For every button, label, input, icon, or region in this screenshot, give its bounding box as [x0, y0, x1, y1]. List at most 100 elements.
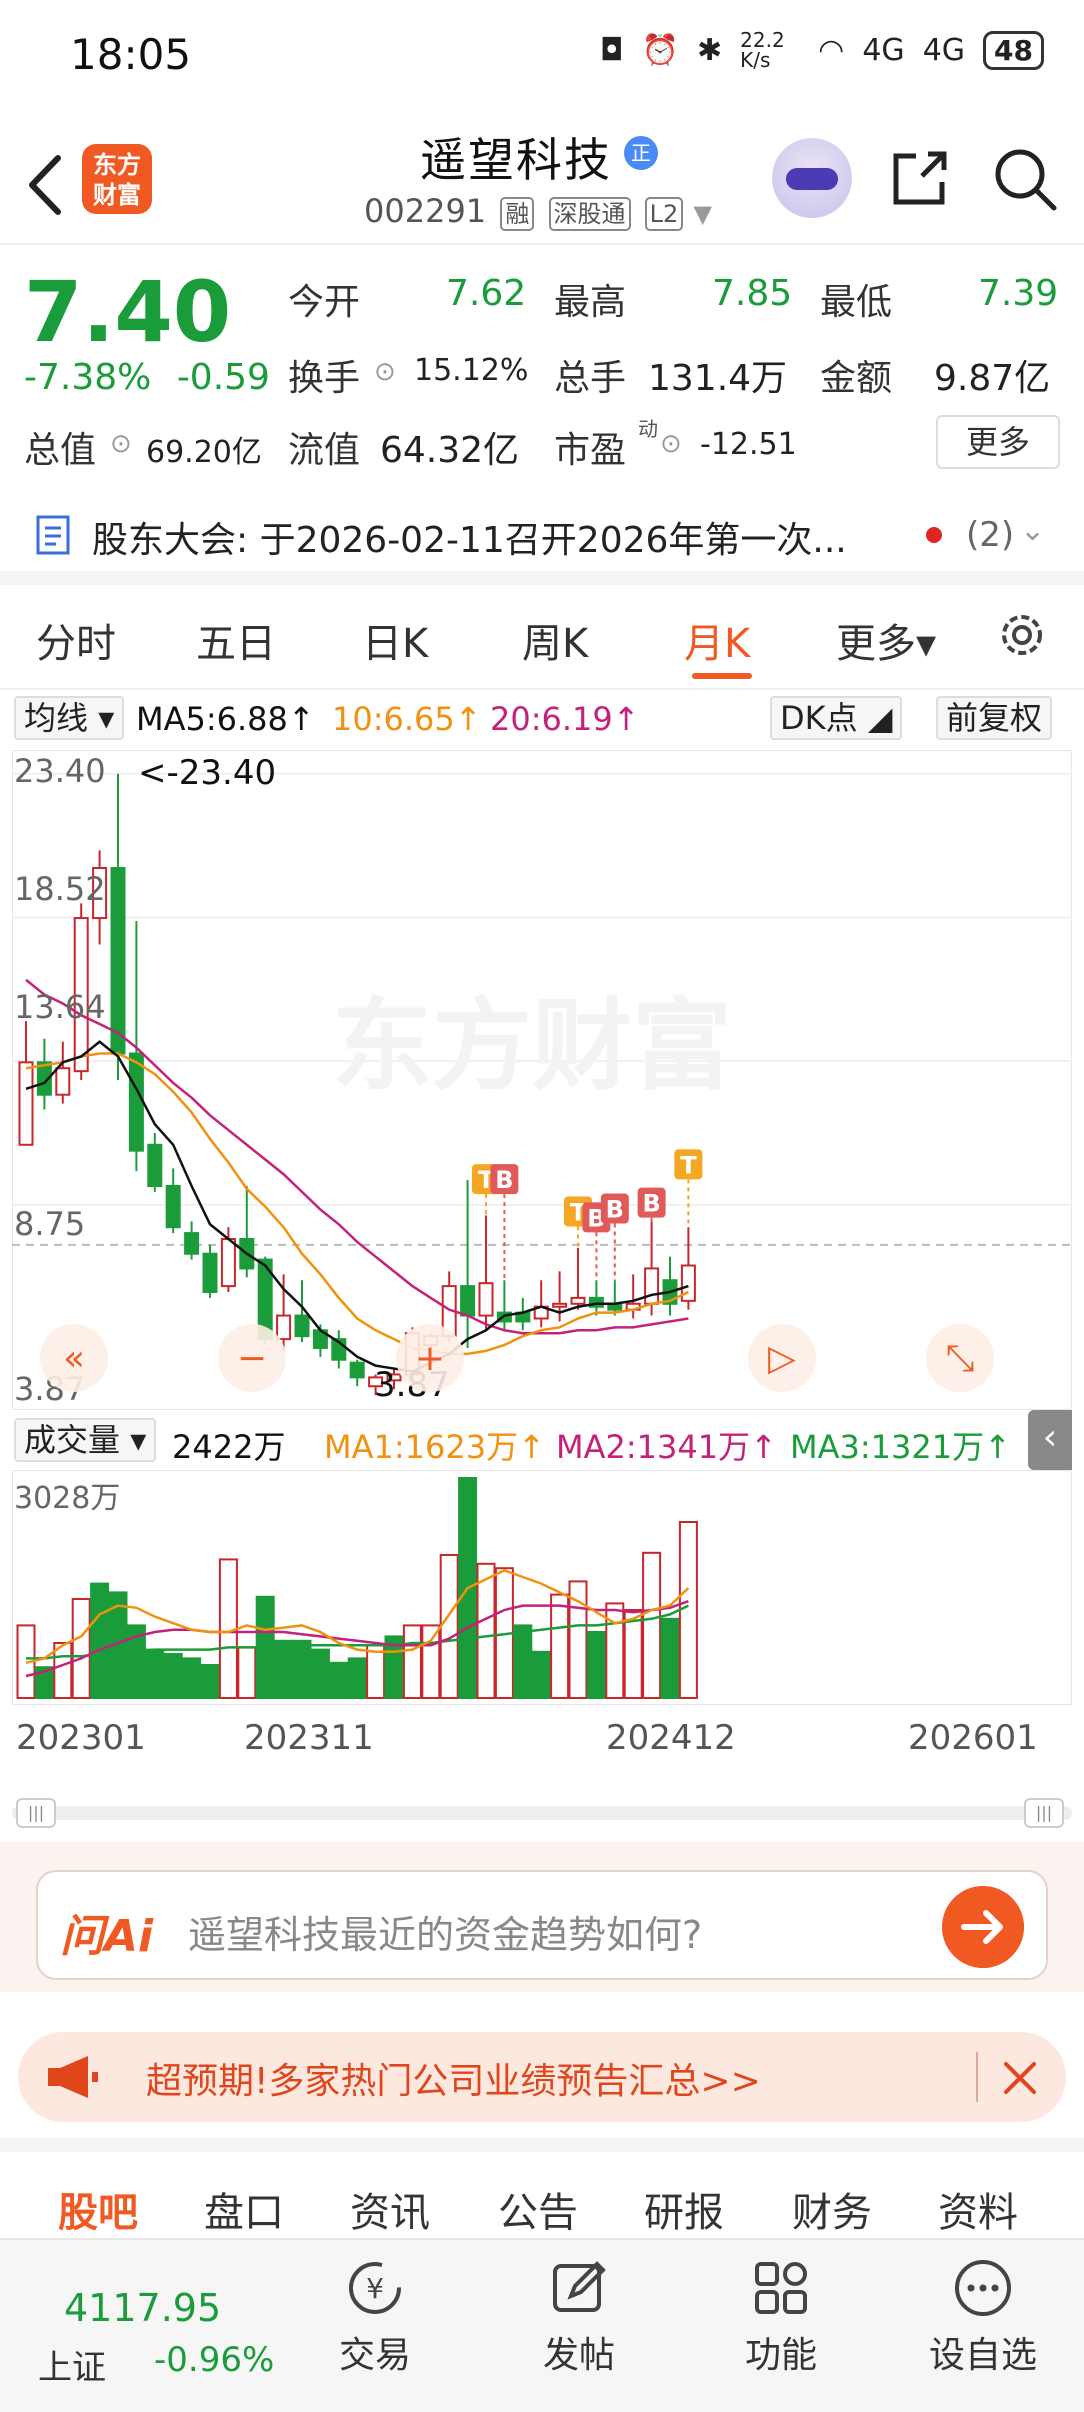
stock-code-row: 002291 融 深股通 L2 ▼ — [364, 192, 712, 231]
play-icon[interactable]: ▷ — [748, 1324, 816, 1392]
expand-icon[interactable]: ⤡ — [926, 1324, 994, 1392]
tab-research[interactable]: 研报 — [644, 2180, 724, 2238]
volume-chart[interactable]: 3028万 — [12, 1470, 1072, 1705]
notice-row[interactable]: 股东大会: 于2026-02-11召开2026年第一次... (2) ⌄ — [30, 507, 1070, 567]
amount-label: 金额 — [820, 358, 893, 399]
tab-news[interactable]: 资讯 — [350, 2180, 430, 2238]
candle-body — [55, 1067, 71, 1096]
index-ticker[interactable]: 4117.95 上证 -0.96% — [30, 2254, 290, 2404]
tab-monthly-k[interactable]: 月K — [684, 611, 750, 669]
tab-daily-k[interactable]: 日K — [362, 611, 428, 669]
rewind-icon[interactable]: « — [40, 1324, 108, 1392]
collapse-panel-button[interactable]: ‹ — [1028, 1410, 1072, 1470]
mcap-label: 总值 — [24, 430, 97, 471]
tab-profile[interactable]: 资料 — [938, 2180, 1018, 2238]
nav-trade[interactable]: ¥ 交易 — [300, 2258, 450, 2378]
candle-body — [276, 1314, 292, 1341]
adjust-button[interactable]: 前复权 — [936, 696, 1053, 740]
svg-text:¥: ¥ — [366, 2272, 384, 2305]
yen-cycle-icon: ¥ — [349, 2262, 401, 2314]
candle-body — [552, 1302, 568, 1308]
nav-post[interactable]: 发帖 — [504, 2258, 654, 2378]
high-value: 7.85 — [712, 273, 793, 314]
volume-value: 131.4万 — [648, 358, 788, 399]
zoom-in-icon[interactable]: + — [396, 1324, 464, 1392]
ai-question-box[interactable]: 问Ai 遥望科技最近的资金趋势如何? — [36, 1870, 1048, 1980]
volume-select[interactable]: 成交量 ▾ — [14, 1418, 157, 1462]
volume-bar — [182, 1657, 202, 1699]
dropdown-triangle-icon[interactable]: ▼ — [693, 200, 711, 228]
tab-five-day[interactable]: 五日 — [196, 611, 276, 669]
alarm-icon: ⏰ — [641, 32, 680, 68]
document-icon — [36, 515, 70, 555]
tab-announcements[interactable]: 公告 — [498, 2180, 578, 2238]
nav-add-watchlist[interactable]: 设自选 — [908, 2258, 1058, 2378]
volume-bar — [513, 1624, 533, 1699]
vol-ma1: MA1:1623万↑ — [324, 1428, 545, 1466]
name-badge-icon: 正 — [624, 136, 658, 170]
volume-bar — [310, 1648, 330, 1700]
mcap-value: 69.20亿 — [146, 435, 262, 470]
volume-bar — [237, 1646, 257, 1699]
candle-body — [165, 1185, 181, 1229]
nfc-icon: ◘ — [599, 32, 624, 68]
promo-banner[interactable]: 超预期!多家热门公司业绩预告汇总>> — [18, 2032, 1066, 2122]
share-icon[interactable] — [888, 146, 952, 210]
ma10-value: 10:6.65↑ — [332, 700, 482, 738]
kline-chart[interactable]: 东方财富 T BT B B BT 23.4018.5213.648.753.87<-23… — [12, 750, 1072, 1410]
notice-text: 股东大会: 于2026-02-11召开2026年第一次... — [92, 520, 847, 561]
app-logo[interactable]: 东方财富 — [82, 144, 152, 214]
tab-intraday[interactable]: 分时 — [36, 611, 116, 669]
marker-label: T — [680, 1151, 697, 1179]
dk-point-button[interactable]: DK点 ◢ — [770, 696, 903, 740]
date-label: 202311 — [244, 1718, 374, 1758]
info-icon[interactable]: ⊙ — [374, 357, 396, 387]
price-axis-label: 13.64 — [14, 988, 106, 1026]
vol-ma3: MA3:1321万↑ — [790, 1428, 1011, 1466]
assistant-robot-icon[interactable] — [772, 138, 852, 218]
candle-body — [478, 1282, 494, 1317]
ai-logo: 问Ai — [60, 1911, 154, 1962]
nav-functions[interactable]: 功能 — [706, 2258, 856, 2378]
back-arrow-icon[interactable] — [22, 150, 72, 220]
gear-icon[interactable] — [994, 607, 1050, 663]
stock-code: 002291 — [364, 192, 487, 230]
more-button[interactable]: 更多 — [936, 415, 1060, 469]
tab-more[interactable]: 更多▾ — [836, 611, 936, 669]
tab-weekly-k[interactable]: 周K — [522, 611, 588, 669]
turnover-label: 换手 — [288, 358, 361, 399]
info-icon[interactable]: ⊙ — [660, 429, 682, 459]
close-icon[interactable] — [1000, 2058, 1040, 2098]
notice-count: (2) — [966, 515, 1015, 555]
arrow-right-icon[interactable] — [942, 1886, 1024, 1968]
candle-body — [220, 1238, 236, 1288]
bluetooth-icon: ✱ — [697, 32, 723, 68]
date-axis: 202301 202311 202412 202601 — [0, 1718, 1084, 1768]
tab-order-book[interactable]: 盘口 — [204, 2180, 284, 2238]
signal-1: 4G — [862, 32, 905, 68]
indicator-select[interactable]: 均线 ▾ — [14, 696, 125, 740]
change-abs: -0.59 — [176, 357, 270, 398]
active-tab-indicator — [692, 673, 752, 679]
volume-bar — [623, 1609, 643, 1699]
range-scroller[interactable]: ||| ||| — [12, 1796, 1072, 1832]
scroller-left-handle[interactable]: ||| — [16, 1798, 56, 1828]
marker-label: B — [495, 1166, 513, 1194]
scroller-right-handle[interactable]: ||| — [1024, 1798, 1064, 1828]
info-icon[interactable]: ⊙ — [110, 429, 132, 459]
nav-add-watchlist-label: 设自选 — [928, 2335, 1037, 2376]
zoom-out-icon[interactable]: − — [218, 1324, 286, 1392]
tab-finance[interactable]: 财务 — [792, 2180, 872, 2238]
volume-bar — [274, 1639, 294, 1700]
candle-body — [18, 1061, 34, 1146]
tag-connect: 深股通 — [548, 197, 631, 231]
candle-body — [184, 1232, 200, 1255]
candle — [202, 1244, 218, 1298]
chevron-down-icon[interactable]: ⌄ — [1020, 513, 1045, 548]
search-icon[interactable] — [992, 146, 1058, 212]
high-label: 最高 — [554, 282, 627, 323]
battery-icon: 48 — [983, 30, 1044, 70]
volume-bar — [660, 1617, 680, 1699]
volume-bar — [476, 1562, 496, 1699]
tab-forum[interactable]: 股吧 — [58, 2180, 138, 2238]
